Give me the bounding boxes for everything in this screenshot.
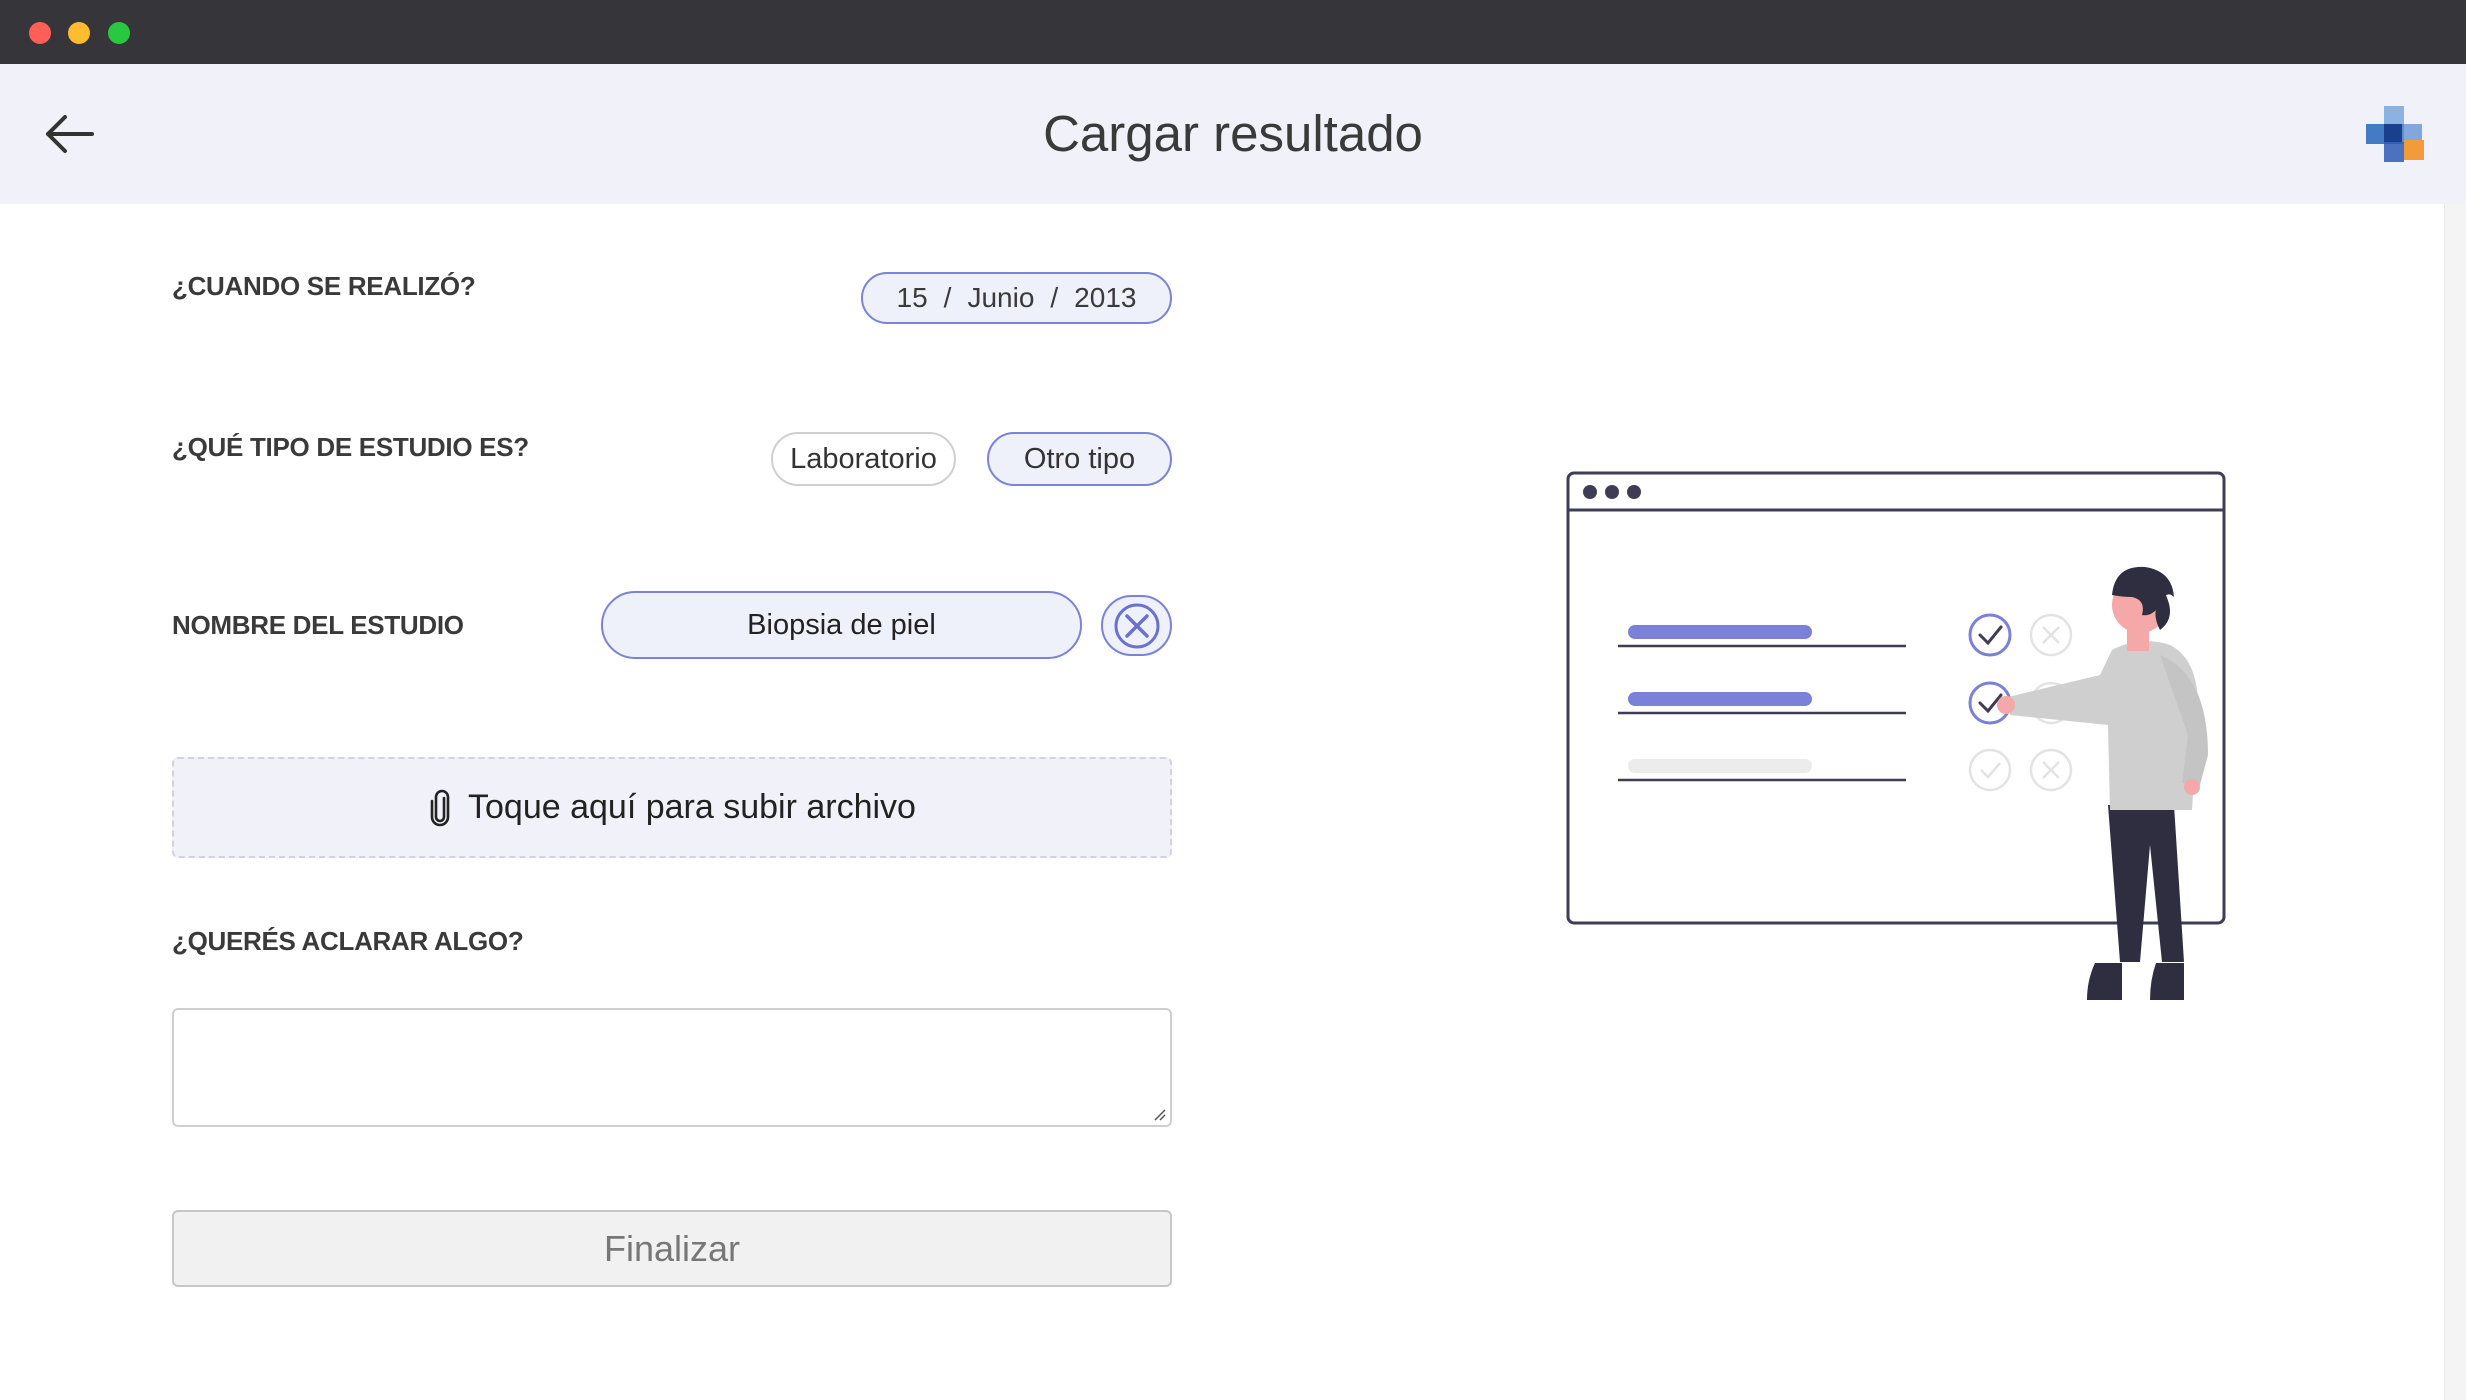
comment-label: ¿QUERÉS ACLARAR ALGO? (172, 926, 524, 956)
study-name-field[interactable]: Biopsia de piel (601, 591, 1082, 659)
minimize-window-button[interactable] (68, 22, 90, 44)
study-type-option-laboratorio[interactable]: Laboratorio (771, 432, 956, 486)
close-icon (1114, 603, 1159, 648)
window-titlebar (0, 0, 2466, 64)
finish-button[interactable]: Finalizar (172, 1210, 1172, 1287)
study-name-label: NOMBRE DEL ESTUDIO (172, 610, 464, 640)
scrollbar[interactable] (2444, 204, 2466, 1400)
maximize-window-button[interactable] (108, 22, 130, 44)
app-header: Cargar resultado (0, 64, 2466, 204)
page-title: Cargar resultado (1043, 105, 1423, 162)
medical-cross-logo (2364, 104, 2426, 164)
resize-handle-icon[interactable] (1150, 1105, 1166, 1121)
date-day[interactable]: 15 (897, 282, 928, 314)
comment-textarea[interactable] (172, 1008, 1172, 1127)
date-month[interactable]: Junio (967, 282, 1034, 314)
checklist-illustration (1560, 465, 2240, 1015)
date-separator: / (943, 282, 952, 313)
upload-file-button[interactable]: Toque aquí para subir archivo (172, 757, 1172, 858)
date-label: ¿CUANDO SE REALIZÓ? (172, 271, 476, 301)
close-window-button[interactable] (29, 22, 51, 44)
date-separator: / (1050, 282, 1059, 313)
date-picker[interactable]: 15 / Junio / 2013 (861, 272, 1172, 324)
paperclip-icon (430, 789, 450, 826)
study-type-label: ¿QUÉ TIPO DE ESTUDIO ES? (172, 432, 529, 462)
study-type-option-otro-tipo[interactable]: Otro tipo (987, 432, 1172, 486)
study-name-value: Biopsia de piel (747, 608, 936, 641)
clear-study-name-button[interactable] (1101, 595, 1172, 656)
date-year[interactable]: 2013 (1074, 282, 1136, 314)
upload-label: Toque aquí para subir archivo (468, 788, 916, 826)
